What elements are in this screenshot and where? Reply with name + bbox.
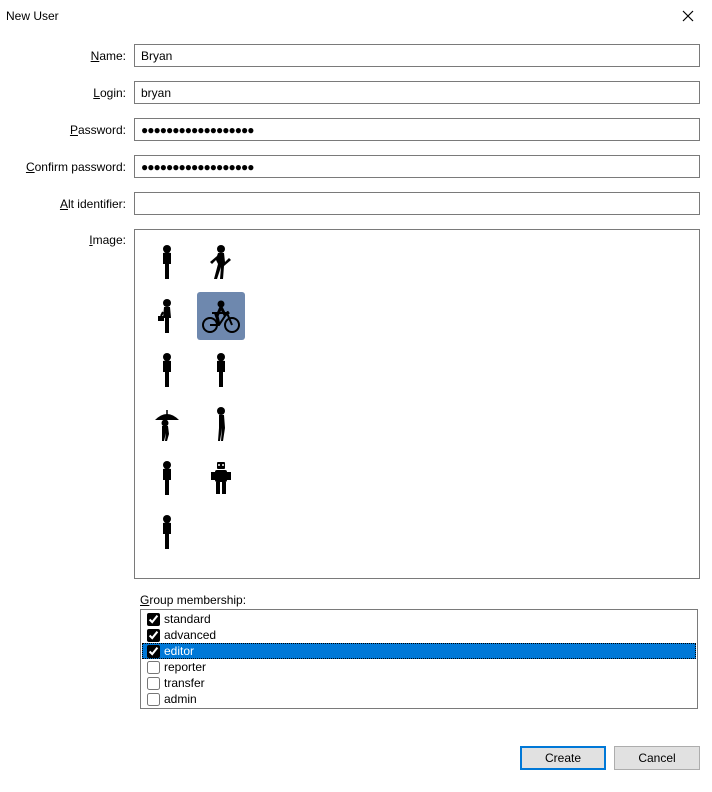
login-label: Login: (12, 86, 134, 100)
close-icon (682, 10, 694, 22)
close-button[interactable] (672, 4, 704, 28)
password-field[interactable] (134, 118, 700, 141)
image-label: Image: (12, 229, 134, 247)
image-picker (134, 229, 700, 579)
group-checkbox-advanced[interactable] (147, 629, 160, 642)
confirm-label: Confirm password: (12, 160, 134, 174)
group-item-reporter[interactable]: reporter (142, 659, 696, 675)
group-item-label: transfer (164, 676, 205, 690)
group-item-editor[interactable]: editor (142, 643, 696, 659)
group-item-label: standard (164, 612, 211, 626)
image-option-person-bicycle[interactable] (197, 292, 245, 340)
window-title: New User (6, 9, 59, 23)
altid-label: Alt identifier: (12, 197, 134, 211)
group-item-admin[interactable]: admin (142, 691, 696, 707)
image-option-person-standing-5[interactable] (143, 508, 191, 556)
image-option-person-umbrella[interactable] (143, 400, 191, 448)
name-label: Name: (12, 49, 134, 63)
group-checkbox-editor[interactable] (147, 645, 160, 658)
cancel-button[interactable]: Cancel (614, 746, 700, 770)
image-option-person-standing-4[interactable] (143, 454, 191, 502)
image-option-person-standing-3[interactable] (197, 346, 245, 394)
group-checkbox-admin[interactable] (147, 693, 160, 706)
group-item-standard[interactable]: standard (142, 611, 696, 627)
image-option-person-standing[interactable] (143, 238, 191, 286)
image-option-person-walking[interactable] (197, 238, 245, 286)
group-checkbox-reporter[interactable] (147, 661, 160, 674)
group-checkbox-standard[interactable] (147, 613, 160, 626)
create-button[interactable]: Create (520, 746, 606, 770)
image-option-person-side[interactable] (197, 400, 245, 448)
group-label: Group membership: (140, 593, 698, 607)
group-item-label: reporter (164, 660, 206, 674)
titlebar: New User (0, 0, 712, 32)
group-checkbox-transfer[interactable] (147, 677, 160, 690)
group-item-advanced[interactable]: advanced (142, 627, 696, 643)
group-item-label: editor (164, 644, 194, 658)
login-field[interactable] (134, 81, 700, 104)
image-option-person-standing-2[interactable] (143, 346, 191, 394)
password-label: Password: (12, 123, 134, 137)
image-option-robot[interactable] (197, 454, 245, 502)
group-item-label: admin (164, 692, 197, 706)
group-item-label: advanced (164, 628, 216, 642)
confirm-field[interactable] (134, 155, 700, 178)
image-option-person-briefcase[interactable] (143, 292, 191, 340)
group-item-transfer[interactable]: transfer (142, 675, 696, 691)
group-list: standard advanced editor reporter transfer ad… (140, 609, 698, 709)
name-field[interactable] (134, 44, 700, 67)
button-row: Create Cancel (520, 746, 700, 770)
altid-field[interactable] (134, 192, 700, 215)
